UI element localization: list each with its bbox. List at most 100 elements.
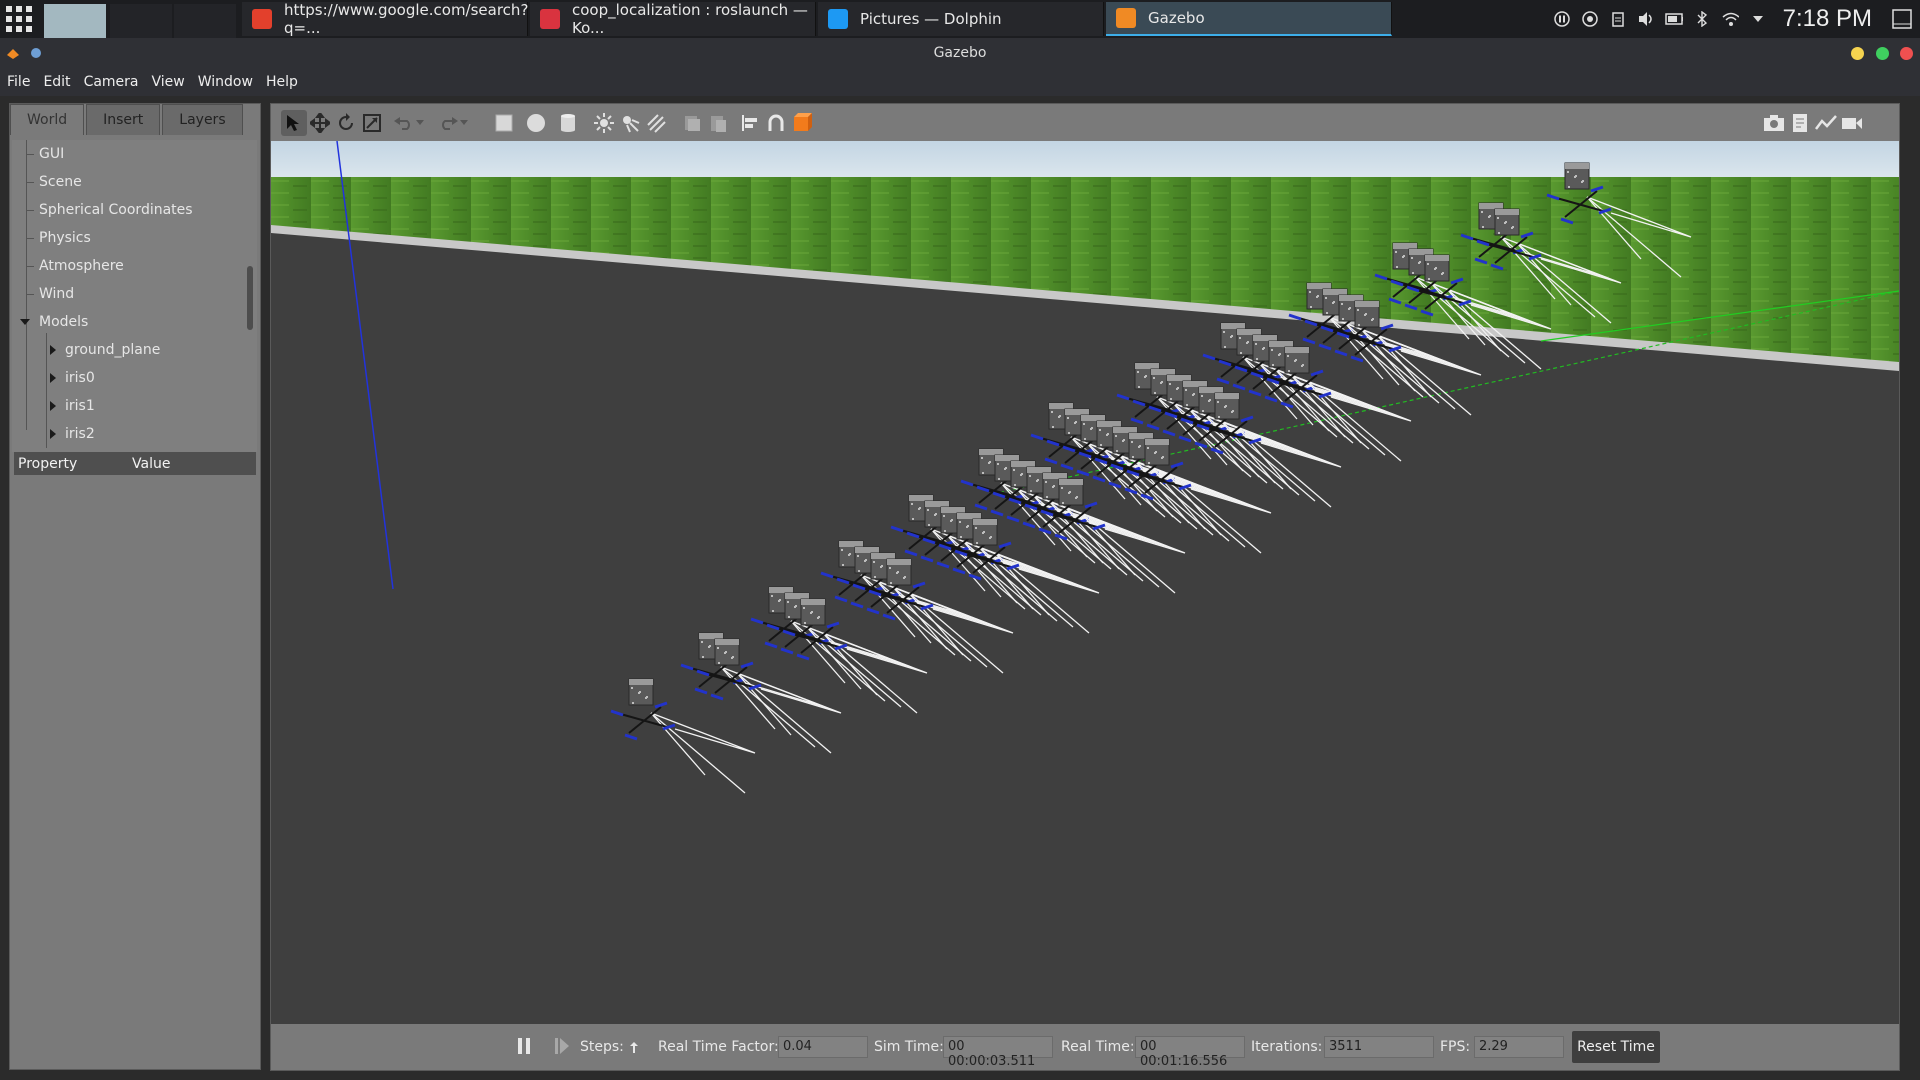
chevron-down-icon [460,120,468,125]
tray-expand-icon[interactable] [1749,10,1767,28]
tree-item-spherical-coordinates[interactable]: Spherical Coordinates [39,199,193,221]
rtf-field: 0.04 [778,1036,868,1058]
pause-button[interactable] [516,1037,532,1059]
simulation-status-bar: Steps: Real Time Factor: 0.04 Sim Time: … [271,1024,1899,1070]
spot-light-button[interactable] [617,110,643,136]
scale-mode-button[interactable] [359,110,385,136]
rotate-icon [339,113,353,130]
undo-history-dropdown[interactable] [413,110,427,136]
menu-file[interactable]: File [7,74,30,90]
virtual-desktop-3[interactable] [174,4,236,38]
close-button[interactable] [1900,47,1913,60]
application-launcher[interactable] [0,0,38,38]
camera-icon [1764,115,1784,131]
viewport-toolbar [271,104,1899,141]
tree-item-wind[interactable]: Wind [39,283,74,305]
menu-window[interactable]: Window [198,74,253,90]
paste-button[interactable] [705,110,731,136]
steps-spinbox[interactable] [628,1039,640,1058]
real-time-field: 00 00:01:16.556 [1135,1036,1245,1069]
virtual-desktop-1[interactable] [44,4,106,38]
translate-mode-button[interactable] [307,110,333,136]
cylinder-shape-button[interactable] [555,110,581,136]
virtual-desktop-2[interactable] [110,4,172,38]
world-tree[interactable]: GUI Scene Spherical Coordinates Physics … [12,140,257,452]
change-view-button[interactable] [789,110,815,136]
tree-item-label: iris0 [65,370,95,386]
redo-history-dropdown[interactable] [457,110,471,136]
task-konsole[interactable]: coop_localization : roslaunch — Ko... [530,1,816,37]
tree-item-atmosphere[interactable]: Atmosphere [39,255,124,277]
fps-label: FPS: [1440,1039,1471,1055]
wifi-icon[interactable] [1721,10,1739,28]
show-desktop-icon[interactable] [1890,7,1914,31]
point-light-button[interactable] [591,110,617,136]
minimize-button[interactable] [1851,47,1864,60]
directional-light-button[interactable] [643,110,669,136]
align-icon [742,115,757,131]
3d-scene-viewport[interactable] [271,141,1899,1024]
log-button[interactable] [1787,110,1813,136]
update-icon[interactable] [1581,10,1599,28]
tree-item-iris2[interactable]: iris2 [50,423,95,445]
fps-field: 2.29 [1474,1036,1564,1058]
clock[interactable]: 7:18 PM [1783,5,1872,33]
align-button[interactable] [737,110,763,136]
panel-tabs: World Insert Layers [10,104,245,135]
battery-icon[interactable] [1664,10,1683,28]
step-button[interactable] [554,1037,570,1059]
value-column-header[interactable]: Value [132,456,170,472]
clipboard-icon[interactable] [1609,10,1627,28]
scale-icon [363,114,381,132]
expand-arrow-icon[interactable] [50,429,56,439]
tree-scrollbar[interactable] [247,266,253,330]
reset-time-button[interactable]: Reset Time [1572,1031,1660,1063]
menu-edit[interactable]: Edit [43,74,70,90]
step-forward-icon [555,1038,569,1054]
rotate-mode-button[interactable] [333,110,359,136]
tab-layers[interactable]: Layers [162,104,243,135]
iterations-label: Iterations: [1251,1039,1323,1055]
bluetooth-icon[interactable] [1693,10,1711,28]
window-titlebar[interactable]: Gazebo [0,38,1920,68]
sphere-shape-button[interactable] [523,110,549,136]
task-gazebo[interactable]: Gazebo [1106,2,1392,36]
task-dolphin[interactable]: Pictures — Dolphin [818,2,1104,36]
spin-arrows-icon [630,1042,638,1053]
plot-button[interactable] [1813,110,1839,136]
property-column-header[interactable]: Property [14,456,132,472]
media-pause-icon[interactable] [1553,10,1571,28]
tree-item-physics[interactable]: Physics [39,227,91,249]
maximize-button[interactable] [1876,47,1889,60]
tree-item-gui[interactable]: GUI [39,143,64,165]
sim-time-field: 00 00:00:03.511 [943,1036,1053,1069]
tree-item-models[interactable]: Models [20,311,88,333]
snap-button[interactable] [763,110,789,136]
collapse-arrow-icon[interactable] [20,319,30,325]
copy-button[interactable] [679,110,705,136]
tab-insert[interactable]: Insert [86,104,161,135]
tree-item-iris1[interactable]: iris1 [50,395,95,417]
sky [271,141,1899,181]
task-browser[interactable]: https://www.google.com/search?q=... [242,1,528,37]
tree-item-iris0[interactable]: iris0 [50,367,95,389]
volume-icon[interactable] [1637,10,1655,28]
rtf-label: Real Time Factor: [658,1039,779,1055]
window-title: Gazebo [933,45,987,61]
tab-world[interactable]: World [10,104,85,135]
expand-arrow-icon[interactable] [50,373,56,383]
video-camera-icon [1842,118,1862,129]
menu-help[interactable]: Help [266,74,298,90]
video-record-button[interactable] [1839,110,1865,136]
expand-arrow-icon[interactable] [50,345,56,355]
screenshot-button[interactable] [1761,110,1787,136]
tree-item-scene[interactable]: Scene [39,171,82,193]
select-mode-button[interactable] [281,110,307,136]
menu-camera[interactable]: Camera [84,74,139,90]
point-light-icon [594,113,614,133]
box-shape-button[interactable] [491,110,517,136]
tree-item-ground-plane[interactable]: ground_plane [50,339,160,361]
menu-view[interactable]: View [152,74,185,90]
spot-light-icon [623,116,640,133]
expand-arrow-icon[interactable] [50,401,56,411]
